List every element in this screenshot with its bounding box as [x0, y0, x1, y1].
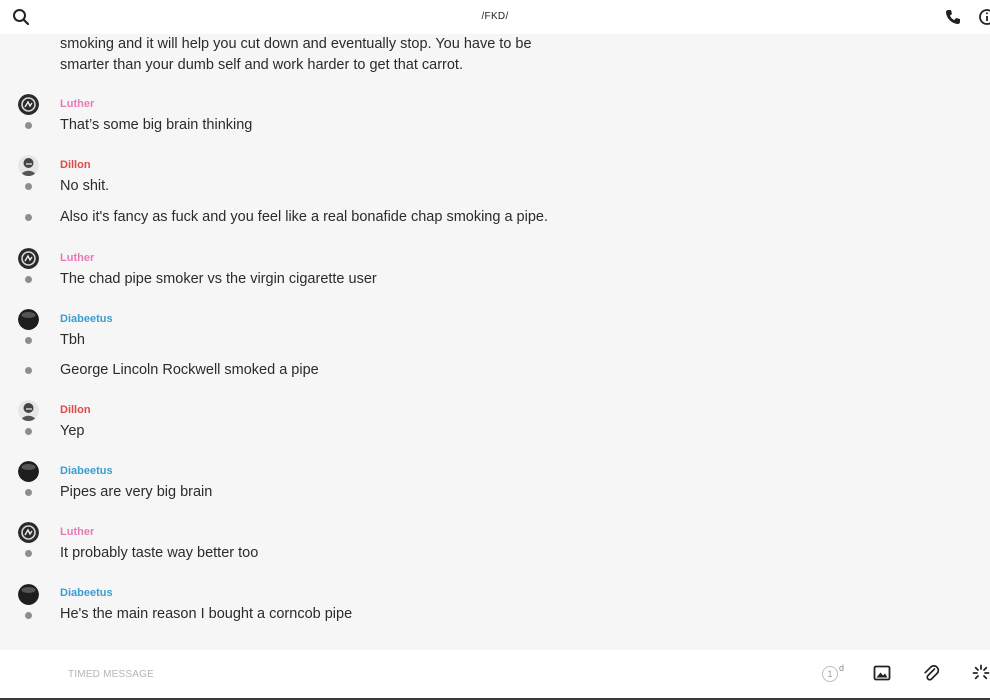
message-text: Yep [60, 423, 85, 439]
message-text: The chad pipe smoker vs the virgin cigar… [60, 271, 377, 287]
read-indicator [25, 276, 32, 283]
timer-value: 1 [822, 666, 838, 682]
read-indicator [25, 122, 32, 129]
avatar[interactable] [18, 309, 39, 330]
read-indicator [25, 489, 32, 496]
sender-name[interactable]: Dillon [60, 404, 91, 416]
avatar[interactable] [18, 155, 39, 176]
message-text: It probably taste way better too [60, 545, 259, 561]
avatar[interactable] [18, 584, 39, 605]
sender-name[interactable]: Dillon [60, 159, 91, 171]
loading-spinner-icon[interactable] [972, 664, 990, 682]
message-text: Pipes are very big brain [60, 484, 213, 500]
avatar[interactable] [18, 522, 39, 543]
message-input[interactable]: TIMED MESSAGE [68, 669, 154, 680]
message-text: smoking and it will help you cut down an… [60, 36, 532, 73]
paperclip-icon[interactable] [922, 664, 940, 682]
timer-button[interactable]: 1 d [822, 663, 848, 684]
top-bar: /FKD/ [0, 0, 990, 34]
read-indicator [25, 550, 32, 557]
read-indicator [25, 612, 32, 619]
message-list[interactable]: smoking and it will help you cut down an… [0, 34, 990, 648]
sender-name[interactable]: Luther [60, 526, 94, 538]
sender-name[interactable]: Diabeetus [60, 587, 113, 599]
message-text: Also it's fancy as fuck and you feel lik… [60, 209, 548, 225]
read-indicator [25, 214, 32, 221]
phone-icon[interactable] [944, 8, 962, 26]
sender-name[interactable]: Luther [60, 252, 94, 264]
message-text: George Lincoln Rockwell smoked a pipe [60, 362, 319, 378]
read-indicator [25, 428, 32, 435]
read-indicator [25, 337, 32, 344]
conversation-title[interactable]: /FKD/ [0, 11, 990, 22]
info-icon[interactable] [978, 8, 990, 26]
read-indicator [25, 367, 32, 374]
image-icon[interactable] [873, 664, 891, 682]
compose-bar: TIMED MESSAGE 1 d [0, 650, 990, 698]
sender-name[interactable]: Luther [60, 98, 94, 110]
sender-name[interactable]: Diabeetus [60, 465, 113, 477]
timer-unit: d [839, 663, 845, 673]
message-text: No shit. [60, 178, 110, 194]
read-indicator [25, 183, 32, 190]
message-text: Tbh [60, 332, 85, 348]
avatar[interactable] [18, 461, 39, 482]
message-text: That’s some big brain thinking [60, 117, 253, 133]
avatar[interactable] [18, 94, 39, 115]
sender-name[interactable]: Diabeetus [60, 313, 113, 325]
avatar[interactable] [18, 400, 39, 421]
message-text: He's the main reason I bought a corncob … [60, 606, 353, 622]
avatar[interactable] [18, 248, 39, 269]
